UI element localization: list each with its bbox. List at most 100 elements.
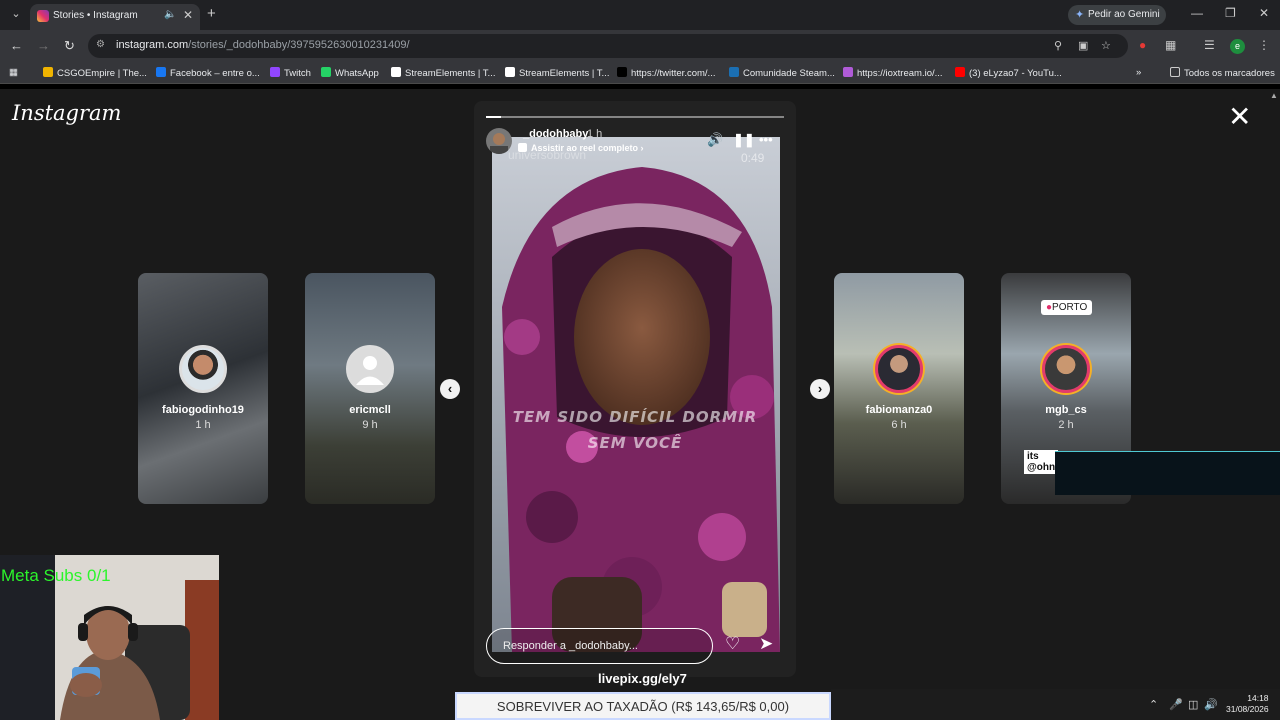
- site-info-icon[interactable]: ⚙: [96, 39, 105, 50]
- browser-toolbar: ← → ↻ ⚙ instagram.com/stories/_dodohbaby…: [0, 30, 1280, 62]
- bookmark-favicon-icon: [156, 67, 166, 77]
- instagram-logo[interactable]: Instagram: [12, 101, 121, 125]
- send-share-icon[interactable]: ➤: [759, 634, 773, 654]
- sticker-line-2: @ohn: [1027, 462, 1056, 473]
- donation-goal-banner: SOBREVIVER AO TAXADÃO (R$ 143,65/R$ 0,00…: [455, 692, 831, 720]
- gemini-label: Pedir ao Gemini: [1088, 9, 1160, 20]
- back-arrow-icon[interactable]: ←: [10, 38, 23, 53]
- folder-icon: [1170, 67, 1180, 77]
- story-time: 2 h: [1058, 419, 1074, 431]
- story-posted-time: 1 h: [587, 128, 603, 140]
- bookmark-item[interactable]: Comunidade Steam...: [729, 67, 835, 79]
- location-sticker: ●PORTO: [1041, 300, 1093, 315]
- bookmark-label: https://twitter.com/...: [631, 68, 716, 79]
- like-heart-icon[interactable]: ♡: [725, 634, 740, 654]
- glitch-overlay: [1055, 451, 1280, 495]
- tray-chevron-icon[interactable]: ⌃: [1149, 698, 1158, 711]
- tab-close-icon[interactable]: ✕: [183, 8, 193, 22]
- system-clock[interactable]: 14:18 31/08/2026: [1226, 693, 1269, 715]
- previous-story-arrow-icon[interactable]: ‹: [440, 379, 460, 399]
- display-icon[interactable]: ◫: [1188, 698, 1198, 711]
- close-stories-icon[interactable]: ✕: [1228, 103, 1251, 131]
- bookmark-item[interactable]: WhatsApp: [321, 67, 379, 79]
- more-menu-icon[interactable]: ⋮: [1258, 38, 1270, 52]
- avatar: [875, 345, 923, 393]
- location-tag: PORTO: [1052, 302, 1088, 313]
- avatar: [179, 345, 227, 393]
- bookmark-item[interactable]: https://twitter.com/...: [617, 67, 715, 79]
- clock-time: 14:18: [1247, 693, 1269, 703]
- active-story[interactable]: _dodohbaby 1 h Assistir ao reel completo…: [474, 101, 796, 677]
- apps-grid-icon[interactable]: ▦: [9, 67, 18, 78]
- more-options-icon[interactable]: •••: [759, 132, 773, 147]
- microphone-icon[interactable]: 🎤: [1169, 698, 1183, 711]
- window-close-icon[interactable]: ✕: [1259, 6, 1269, 20]
- ask-gemini-button[interactable]: ✦ Pedir ao Gemini: [1068, 5, 1166, 25]
- extensions-puzzle-icon[interactable]: ▦: [1165, 38, 1176, 52]
- bookmark-item[interactable]: Facebook – entre o...: [156, 67, 260, 79]
- story-time: 9 h: [362, 419, 378, 431]
- story-username: fabiogodinho19: [162, 404, 244, 416]
- next-story-arrow-icon[interactable]: ›: [810, 379, 830, 399]
- text-sticker: its @ohn: [1024, 450, 1059, 474]
- story-watermark: universobrown: [508, 148, 587, 162]
- zoom-icon[interactable]: ⚲: [1054, 39, 1062, 52]
- clock-date: 31/08/2026: [1226, 704, 1269, 714]
- story-time: 1 h: [195, 419, 211, 431]
- new-tab-plus-icon[interactable]: +: [207, 5, 216, 22]
- all-bookmarks-folder[interactable]: Todos os marcadores: [1170, 67, 1275, 79]
- page-scrollbar[interactable]: ▲: [1268, 89, 1280, 689]
- volume-icon[interactable]: 🔊: [707, 132, 723, 148]
- bookmark-label: CSGOEmpire | The...: [57, 68, 147, 79]
- bookmark-favicon-icon: [955, 67, 965, 77]
- bookmark-favicon-icon: [505, 67, 515, 77]
- bookmark-item[interactable]: Twitch: [270, 67, 311, 79]
- bookmark-item[interactable]: (3) eLyzao7 - YouTu...: [955, 67, 1062, 79]
- story-card-fabiomanza0[interactable]: fabiomanza0 6 h: [834, 273, 964, 504]
- volume-tray-icon[interactable]: 🔊: [1204, 698, 1218, 711]
- restore-icon[interactable]: ❐: [1225, 6, 1236, 20]
- story-media-image[interactable]: [492, 137, 780, 652]
- more-bookmarks-chevron-icon[interactable]: »: [1136, 67, 1141, 78]
- caption-line-1: TEM SIDO DIFÍCIL DORMIR: [512, 408, 758, 426]
- tab-instagram-stories[interactable]: Stories • Instagram 🔈 ✕: [30, 4, 200, 30]
- story-duration: 0:49: [741, 151, 765, 165]
- bookmark-item[interactable]: https://ioxtream.io/...: [843, 67, 943, 79]
- url-host: instagram.com: [116, 39, 189, 51]
- bookmark-item[interactable]: StreamElements | T...: [505, 67, 609, 79]
- extension-red-icon[interactable]: ●: [1139, 38, 1146, 52]
- story-author-username[interactable]: _dodohbaby: [523, 128, 588, 140]
- media-controls-icon[interactable]: ☰: [1204, 38, 1215, 52]
- bookmarks-bar: ▦ » Todos os marcadores CSGOEmpire | The…: [0, 62, 1280, 84]
- story-card-ericmcll[interactable]: ericmcll 9 h: [305, 273, 435, 504]
- forward-arrow-icon[interactable]: →: [37, 38, 50, 53]
- bookmark-favicon-icon: [43, 67, 53, 77]
- story-username: fabiomanza0: [865, 404, 933, 416]
- bookmark-favicon-icon: [617, 67, 627, 77]
- bookmark-label: https://ioxtream.io/...: [857, 68, 943, 79]
- speaker-icon[interactable]: 🔈: [164, 9, 176, 20]
- bookmark-star-icon[interactable]: ☆: [1101, 39, 1111, 52]
- minimize-icon[interactable]: —: [1191, 6, 1203, 20]
- story-progress-fill: [486, 116, 501, 118]
- livepix-overlay: livepix.gg/ely7: [598, 671, 687, 686]
- bookmark-label: StreamElements | T...: [405, 68, 496, 79]
- reload-icon[interactable]: ↻: [64, 38, 75, 54]
- url-path: /stories/_dodohbaby/3975952630010231409/: [188, 39, 410, 51]
- tab-search-chevron-icon[interactable]: ⌄: [8, 7, 24, 23]
- bookmark-item[interactable]: CSGOEmpire | The...: [43, 67, 147, 79]
- bookmark-item[interactable]: StreamElements | T...: [391, 67, 495, 79]
- story-caption: TEM SIDO DIFÍCIL DORMIR SEM VOCÊ: [474, 404, 796, 456]
- bookmark-label: StreamElements | T...: [519, 68, 610, 79]
- profile-avatar[interactable]: e: [1230, 39, 1245, 54]
- bookmark-favicon-icon: [270, 67, 280, 77]
- reply-input[interactable]: Responder a _dodohbaby...: [486, 628, 713, 664]
- story-card-fabiogodinho19[interactable]: fabiogodinho19 1 h: [138, 273, 268, 504]
- pause-icon[interactable]: ❚❚: [733, 132, 755, 148]
- bookmark-favicon-icon: [729, 67, 739, 77]
- story-time: 6 h: [891, 419, 907, 431]
- address-bar[interactable]: ⚙ instagram.com/stories/_dodohbaby/39759…: [88, 34, 1128, 58]
- scroll-up-icon[interactable]: ▲: [1270, 91, 1278, 100]
- gemini-sparkle-icon: ✦: [1075, 9, 1085, 21]
- install-app-icon[interactable]: ▣: [1078, 39, 1088, 52]
